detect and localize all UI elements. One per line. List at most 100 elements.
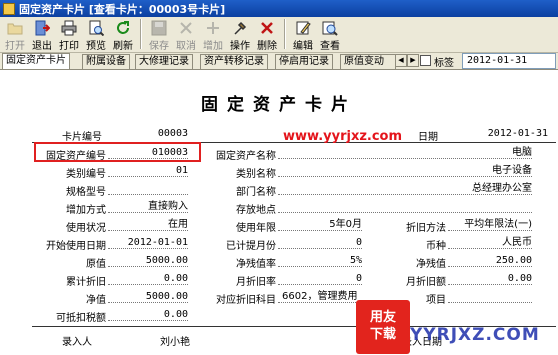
preview-icon bbox=[88, 20, 104, 36]
spec-field[interactable] bbox=[108, 183, 188, 195]
currency-label: 币种 bbox=[426, 241, 446, 252]
location-field[interactable] bbox=[278, 201, 532, 213]
preview-label: 预览 bbox=[86, 41, 106, 52]
date-value: 2012-01-31 bbox=[487, 128, 548, 139]
life-field[interactable]: 5年0月 bbox=[278, 219, 362, 231]
account-label: 对应折旧科目 bbox=[216, 295, 276, 306]
exit-label: 退出 bbox=[32, 41, 52, 52]
original-value-label: 原值 bbox=[86, 259, 106, 270]
original-value-field[interactable]: 5000.00 bbox=[108, 255, 188, 267]
watermark-badge-bottom: 下载 bbox=[369, 327, 396, 342]
refresh-button[interactable]: 刷新 bbox=[110, 19, 136, 52]
months-label: 已计提月份 bbox=[226, 241, 276, 252]
account-field[interactable]: 6602，管理费用 bbox=[278, 291, 362, 303]
refresh-icon bbox=[115, 20, 131, 36]
edit-icon bbox=[295, 20, 311, 36]
delete-button[interactable]: 删除 bbox=[254, 19, 280, 52]
app-icon bbox=[3, 2, 15, 15]
life-label: 使用年限 bbox=[236, 223, 276, 234]
exit-icon bbox=[34, 20, 50, 36]
open-icon bbox=[7, 20, 23, 36]
currency-field[interactable]: 人民币 bbox=[448, 237, 532, 249]
net-value-field[interactable]: 5000.00 bbox=[108, 291, 188, 303]
tab-scroll-right-button[interactable]: ▶ bbox=[407, 54, 419, 67]
exit-button[interactable]: 退出 bbox=[29, 19, 55, 52]
tab-asset-card[interactable]: 固定资产卡片 bbox=[2, 53, 70, 69]
asset-name-field[interactable]: 电脑 bbox=[278, 147, 532, 159]
dept-field[interactable]: 总经理办公室 bbox=[278, 183, 532, 195]
status-field[interactable]: 在用 bbox=[108, 219, 188, 231]
project-field[interactable] bbox=[448, 291, 532, 303]
net-value-label: 净值 bbox=[86, 295, 106, 306]
watermark-badge: 用友 下载 bbox=[356, 300, 410, 354]
open-button[interactable]: 打开 bbox=[2, 19, 28, 52]
watermark-url: www.yyrjxz.com bbox=[283, 129, 403, 144]
monthly-dep-field[interactable]: 0.00 bbox=[448, 273, 532, 285]
tab-overhaul-records[interactable]: 大修理记录 bbox=[135, 54, 193, 69]
dept-label: 部门名称 bbox=[236, 187, 276, 198]
view-icon bbox=[322, 20, 338, 36]
toolbar-separator bbox=[140, 19, 142, 49]
salvage-rate-field[interactable]: 5% bbox=[278, 255, 362, 267]
monthly-rate-field[interactable]: 0 bbox=[278, 273, 362, 285]
tab-transfer-records[interactable]: 资产转移记录 bbox=[200, 54, 268, 69]
card-title: 固定资产卡片 bbox=[201, 95, 357, 115]
salvage-rate-label: 净残值率 bbox=[236, 259, 276, 270]
category-name-label: 类别名称 bbox=[236, 169, 276, 180]
salvage-field[interactable]: 250.00 bbox=[448, 255, 532, 267]
card-no-label: 卡片编号 bbox=[62, 132, 102, 143]
tab-scroll-left-button[interactable]: ◀ bbox=[395, 54, 407, 67]
print-label: 打印 bbox=[59, 41, 79, 52]
date-label: 日期 bbox=[418, 132, 438, 143]
tab-original-value-change[interactable]: 原值变动 bbox=[340, 54, 396, 69]
delete-icon bbox=[259, 20, 275, 36]
print-button[interactable]: 打印 bbox=[56, 19, 82, 52]
save-icon bbox=[151, 20, 167, 36]
delete-label: 删除 bbox=[257, 41, 277, 52]
monthly-rate-label: 月折旧率 bbox=[236, 277, 276, 288]
save-label: 保存 bbox=[149, 41, 169, 52]
operate-button[interactable]: 操作 bbox=[227, 19, 253, 52]
cancel-icon bbox=[178, 20, 194, 36]
toolbar-separator bbox=[284, 19, 286, 49]
card-no-value: 00003 bbox=[157, 128, 188, 139]
cancel-label: 取消 bbox=[176, 41, 196, 52]
monthly-dep-label: 月折旧额 bbox=[406, 277, 446, 288]
start-date-label: 开始使用日期 bbox=[46, 241, 106, 252]
start-date-field[interactable]: 2012-01-01 bbox=[108, 237, 188, 249]
open-label: 打开 bbox=[5, 41, 25, 52]
asset-no-highlight bbox=[34, 142, 201, 162]
save-button[interactable]: 保存 bbox=[146, 19, 172, 52]
asset-name-label: 固定资产名称 bbox=[216, 151, 276, 162]
add-icon bbox=[205, 20, 221, 36]
category-no-label: 类别编号 bbox=[66, 169, 106, 180]
deductible-field[interactable]: 0.00 bbox=[108, 309, 188, 321]
dep-method-field[interactable]: 平均年限法(一) bbox=[448, 219, 532, 231]
add-method-label: 增加方式 bbox=[66, 205, 106, 216]
tab-stop-start-records[interactable]: 停启用记录 bbox=[275, 54, 333, 69]
salvage-label: 净残值 bbox=[416, 259, 446, 270]
tab-attached-equipment[interactable]: 附属设备 bbox=[82, 54, 130, 69]
tag-input[interactable]: 2012-01-31 bbox=[462, 53, 556, 69]
add-label: 增加 bbox=[203, 41, 223, 52]
tag-label: 标签 bbox=[434, 58, 454, 69]
category-no-field[interactable]: 01 bbox=[108, 165, 188, 177]
title-bar: 固定资产卡片 [查看卡片：00003号卡片] bbox=[0, 0, 558, 17]
watermark-badge-top: 用友 bbox=[369, 310, 396, 325]
category-name-field[interactable]: 电子设备 bbox=[278, 165, 532, 177]
asset-card: 固定资产卡片 卡片编号 00003 日期 2012-01-31 固定资产编号 0… bbox=[0, 69, 558, 355]
acc-dep-field[interactable]: 0.00 bbox=[108, 273, 188, 285]
operate-label: 操作 bbox=[230, 41, 250, 52]
tag-checkbox[interactable] bbox=[420, 55, 431, 66]
cancel-button[interactable]: 取消 bbox=[173, 19, 199, 52]
view-button[interactable]: 查看 bbox=[317, 19, 343, 52]
deductible-label: 可抵扣税额 bbox=[56, 313, 106, 324]
add-button[interactable]: 增加 bbox=[200, 19, 226, 52]
preview-button[interactable]: 预览 bbox=[83, 19, 109, 52]
status-label: 使用状况 bbox=[66, 223, 106, 234]
location-label: 存放地点 bbox=[236, 205, 276, 216]
view-label: 查看 bbox=[320, 41, 340, 52]
months-field[interactable]: 0 bbox=[278, 237, 362, 249]
edit-button[interactable]: 编辑 bbox=[290, 19, 316, 52]
add-method-field[interactable]: 直接购入 bbox=[108, 201, 188, 213]
